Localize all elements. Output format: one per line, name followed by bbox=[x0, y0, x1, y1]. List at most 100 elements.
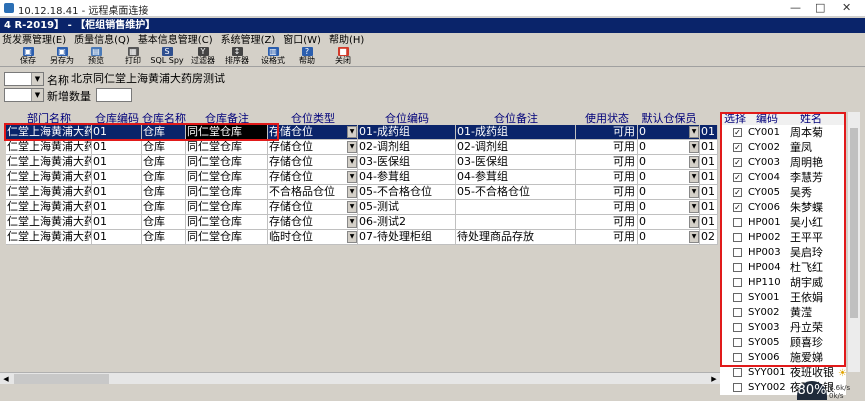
cell-wh-note[interactable]: 同仁堂仓库 bbox=[186, 185, 268, 200]
keeper-checkbox[interactable]: ✓ bbox=[733, 158, 742, 167]
chevron-down-icon[interactable]: ▼ bbox=[347, 186, 357, 198]
chevron-down-icon[interactable]: ▼ bbox=[689, 156, 699, 168]
cell-dept[interactable]: 仁堂上海黄浦大药 bbox=[6, 155, 92, 170]
add-count-input[interactable] bbox=[96, 88, 132, 102]
cell-loc-code[interactable]: 05-不合格仓位 bbox=[358, 185, 456, 200]
cell-keeper[interactable]: 0 ▼ bbox=[638, 230, 700, 245]
cell-wh-name[interactable]: 仓库 bbox=[142, 125, 186, 140]
chevron-down-icon[interactable]: ▼ bbox=[347, 201, 357, 213]
menu-help[interactable]: 帮助(H) bbox=[327, 34, 370, 48]
cell-keeper[interactable]: 0 ▼ bbox=[638, 140, 700, 155]
keeper-checkbox[interactable]: ✓ bbox=[733, 173, 742, 182]
cell-loc-code[interactable]: 04-参茸组 bbox=[358, 170, 456, 185]
keeper-checkbox[interactable] bbox=[733, 338, 742, 347]
keeper-checkbox[interactable]: ✓ bbox=[733, 188, 742, 197]
cell-loc-code[interactable]: 03-医保组 bbox=[358, 155, 456, 170]
cell-status[interactable]: 可用 bbox=[576, 215, 638, 230]
cell-extra[interactable]: 01 bbox=[700, 125, 718, 140]
cell-wh-code[interactable]: 01 bbox=[92, 140, 142, 155]
table-row[interactable]: 仁堂上海黄浦大药 01 仓库 同仁堂仓库 存储仓位 ▼ 06-测试2 可用 0 ▼ 01 bbox=[0, 215, 718, 230]
keeper-row[interactable]: SY005 顾喜珍 bbox=[720, 335, 846, 350]
toolbar-button-save-as[interactable]: ▣ 另存为 bbox=[45, 47, 79, 67]
keeper-checkbox[interactable] bbox=[733, 218, 742, 227]
cell-extra[interactable]: 01 bbox=[700, 200, 718, 215]
cell-extra[interactable]: 01 bbox=[700, 140, 718, 155]
cell-loc-code[interactable]: 01-成药组 bbox=[358, 125, 456, 140]
column-header-extra[interactable] bbox=[700, 112, 718, 125]
maximize-button[interactable]: □ bbox=[815, 1, 825, 14]
chevron-down-icon[interactable]: ▼ bbox=[689, 186, 699, 198]
cell-wh-note[interactable]: 同仁堂仓库 bbox=[186, 125, 268, 140]
chevron-down-icon[interactable]: ▼ bbox=[347, 141, 357, 153]
cell-wh-name[interactable]: 仓库 bbox=[142, 230, 186, 245]
cell-wh-name[interactable]: 仓库 bbox=[142, 215, 186, 230]
keeper-row[interactable]: HP002 王平平 bbox=[720, 230, 846, 245]
column-header-wh-name[interactable]: 仓库名称 bbox=[142, 112, 186, 125]
chevron-down-icon[interactable]: ▼ bbox=[689, 201, 699, 213]
cell-dept[interactable]: 仁堂上海黄浦大药 bbox=[6, 170, 92, 185]
column-header-keeper[interactable]: 默认仓保员 bbox=[638, 112, 700, 125]
menu-basic-info[interactable]: 基本信息管理(C) bbox=[136, 34, 219, 48]
cell-keeper[interactable]: 0 ▼ bbox=[638, 185, 700, 200]
keeper-checkbox[interactable] bbox=[733, 368, 742, 377]
cell-wh-note[interactable]: 同仁堂仓库 bbox=[186, 215, 268, 230]
table-row[interactable]: 仁堂上海黄浦大药 01 仓库 同仁堂仓库 不合格品仓位 ▼ 05-不合格仓位 05-不合格仓位… bbox=[0, 185, 718, 200]
cell-keeper[interactable]: 0 ▼ bbox=[638, 200, 700, 215]
cell-extra[interactable]: 01 bbox=[700, 170, 718, 185]
keeper-checkbox[interactable]: ✓ bbox=[733, 203, 742, 212]
toolbar-button-help[interactable]: ? 帮助 bbox=[290, 47, 324, 67]
toolbar-button-filter[interactable]: Y 过滤器 bbox=[186, 47, 220, 67]
cell-status[interactable]: 可用 bbox=[576, 185, 638, 200]
cell-extra[interactable]: 02 bbox=[700, 230, 718, 245]
keeper-checkbox[interactable] bbox=[733, 248, 742, 257]
keeper-row[interactable]: ✓ CY003 周明艳 bbox=[720, 155, 846, 170]
cell-wh-name[interactable]: 仓库 bbox=[142, 185, 186, 200]
keeper-checkbox[interactable] bbox=[733, 263, 742, 272]
chevron-down-icon[interactable]: ▼ bbox=[347, 216, 357, 228]
keeper-checkbox[interactable] bbox=[733, 323, 742, 332]
cell-dept[interactable]: 仁堂上海黄浦大药 bbox=[6, 215, 92, 230]
keeper-row[interactable]: SYY001 夜班收银 bbox=[720, 365, 846, 380]
horizontal-scroll-thumb[interactable] bbox=[14, 374, 109, 384]
table-row[interactable]: 仁堂上海黄浦大药 01 仓库 同仁堂仓库 存储仓位 ▼ 02-调剂组 02-调剂组 可用 0 ▼ 01 bbox=[0, 140, 718, 155]
column-header-status[interactable]: 使用状态 bbox=[576, 112, 638, 125]
chevron-down-icon[interactable]: ▼ bbox=[689, 216, 699, 228]
cell-loc-code[interactable]: 02-调剂组 bbox=[358, 140, 456, 155]
keeper-checkbox[interactable] bbox=[733, 233, 742, 242]
vertical-scroll-thumb[interactable] bbox=[850, 128, 858, 318]
dept-combo[interactable]: ▼ bbox=[4, 72, 44, 86]
cell-loc-note[interactable] bbox=[456, 215, 576, 230]
chevron-down-icon[interactable]: ▼ bbox=[347, 156, 357, 168]
keeper-checkbox[interactable] bbox=[733, 293, 742, 302]
cell-wh-note[interactable]: 同仁堂仓库 bbox=[186, 170, 268, 185]
cell-status[interactable]: 可用 bbox=[576, 140, 638, 155]
cell-loc-note[interactable] bbox=[456, 200, 576, 215]
column-header-loc-type[interactable]: 仓位类型 bbox=[268, 112, 358, 125]
cell-loc-type[interactable]: 存储仓位 ▼ bbox=[268, 140, 358, 155]
minimize-button[interactable]: — bbox=[790, 1, 801, 14]
chevron-down-icon[interactable]: ▼ bbox=[689, 126, 699, 138]
keeper-row[interactable]: ✓ CY004 李慧芳 bbox=[720, 170, 846, 185]
table-row[interactable]: 仁堂上海黄浦大药 01 仓库 同仁堂仓库 存储仓位 ▼ 04-参茸组 04-参茸组 可用 0 ▼ 01 bbox=[0, 170, 718, 185]
cell-keeper[interactable]: 0 ▼ bbox=[638, 215, 700, 230]
cell-status[interactable]: 可用 bbox=[576, 200, 638, 215]
chevron-down-icon[interactable]: ▼ bbox=[347, 171, 357, 183]
menu-system[interactable]: 系统管理(Z) bbox=[219, 34, 282, 48]
scroll-left-icon[interactable]: ◀ bbox=[0, 373, 12, 385]
cell-wh-code[interactable]: 01 bbox=[92, 185, 142, 200]
cell-wh-code[interactable]: 01 bbox=[92, 230, 142, 245]
cell-loc-note[interactable]: 02-调剂组 bbox=[456, 140, 576, 155]
cell-keeper[interactable]: 0 ▼ bbox=[638, 170, 700, 185]
cell-loc-type[interactable]: 存储仓位 ▼ bbox=[268, 215, 358, 230]
keeper-row[interactable]: HP003 吴启玲 bbox=[720, 245, 846, 260]
keeper-row[interactable]: SY003 丹立荣 bbox=[720, 320, 846, 335]
cell-wh-code[interactable]: 01 bbox=[92, 125, 142, 140]
toolbar-button-sql-spy[interactable]: S SQL Spy bbox=[150, 47, 184, 67]
keeper-row[interactable]: SY006 施爱娣 bbox=[720, 350, 846, 365]
cell-loc-note[interactable]: 03-医保组 bbox=[456, 155, 576, 170]
keeper-checkbox[interactable] bbox=[733, 353, 742, 362]
close-window-button[interactable]: ✕ bbox=[842, 1, 851, 14]
toolbar-button-close[interactable]: ■ 关闭 bbox=[326, 47, 360, 67]
table-row[interactable]: 仁堂上海黄浦大药 01 仓库 同仁堂仓库 存储仓位 ▼ 05-测试 可用 0 ▼ 01 bbox=[0, 200, 718, 215]
cell-wh-note[interactable]: 同仁堂仓库 bbox=[186, 230, 268, 245]
